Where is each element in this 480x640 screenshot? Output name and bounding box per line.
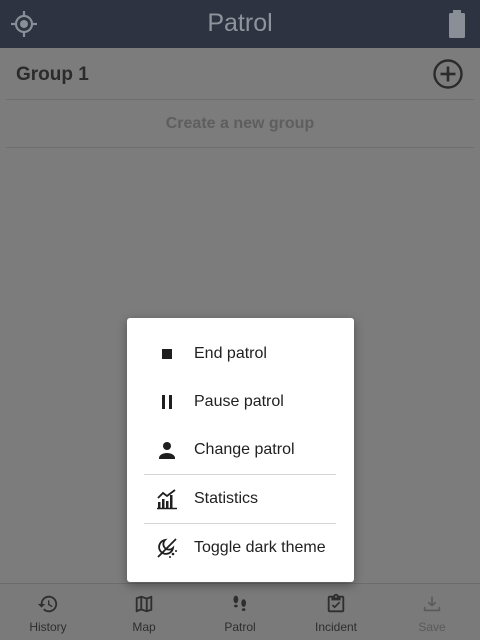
- patrol-options-menu: End patrol Pause patrol Change patrol St…: [127, 318, 354, 582]
- nav-save[interactable]: Save: [384, 584, 480, 640]
- create-group-label: Create a new group: [165, 115, 315, 132]
- nav-map-label: Map: [132, 620, 156, 634]
- person-icon: [159, 442, 175, 459]
- nav-save-label: Save: [418, 620, 446, 634]
- bottom-navigation: History Map Patrol Incident Save: [0, 583, 480, 640]
- menu-item-end-patrol[interactable]: End patrol: [127, 330, 354, 378]
- menu-item-label: Statistics: [194, 490, 259, 507]
- add-circle-icon[interactable]: [432, 58, 464, 90]
- nav-patrol[interactable]: Patrol: [192, 584, 288, 640]
- menu-item-change-patrol[interactable]: Change patrol: [127, 426, 354, 474]
- menu-item-toggle-dark-theme[interactable]: Toggle dark theme: [127, 524, 354, 572]
- pause-icon: [162, 395, 172, 409]
- nav-incident-label: Incident: [314, 620, 358, 634]
- nav-history[interactable]: History: [0, 584, 96, 640]
- menu-item-label: Change patrol: [194, 441, 295, 458]
- nav-patrol-label: Patrol: [224, 620, 256, 634]
- group-row[interactable]: Group 1: [6, 48, 474, 100]
- footsteps-icon: [233, 595, 247, 612]
- app-bar: Patrol: [0, 0, 480, 48]
- nav-incident[interactable]: Incident: [288, 584, 384, 640]
- dark-theme-icon: [157, 538, 177, 558]
- statistics-icon: [157, 489, 177, 510]
- stop-icon: [162, 349, 172, 359]
- history-icon: [37, 595, 58, 613]
- menu-item-label: Toggle dark theme: [194, 539, 326, 556]
- nav-map[interactable]: Map: [96, 584, 192, 640]
- download-icon: [423, 596, 441, 612]
- nav-history-label: History: [29, 620, 67, 634]
- clipboard-check-icon: [327, 593, 345, 613]
- battery-icon: [449, 10, 465, 38]
- menu-item-label: End patrol: [194, 345, 267, 362]
- map-icon: [135, 595, 153, 613]
- create-group-button[interactable]: Create a new group: [6, 100, 474, 148]
- menu-item-pause-patrol[interactable]: Pause patrol: [127, 378, 354, 426]
- group-title: Group 1: [16, 64, 89, 85]
- menu-item-label: Pause patrol: [194, 393, 284, 410]
- menu-item-statistics[interactable]: Statistics: [127, 475, 354, 523]
- app-title: Patrol: [207, 9, 273, 37]
